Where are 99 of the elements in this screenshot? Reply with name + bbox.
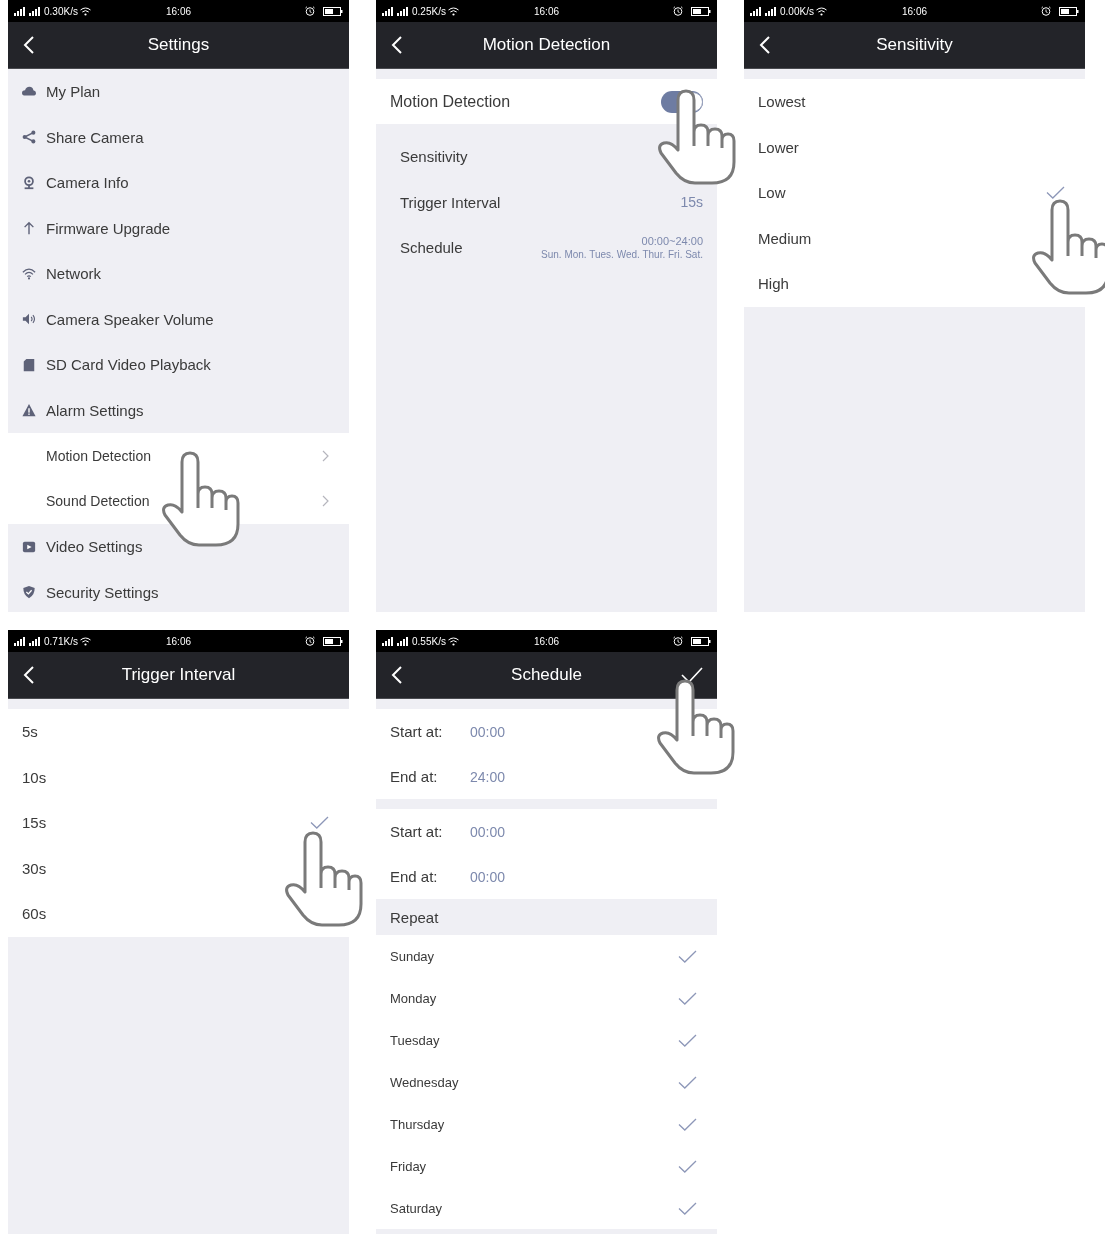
status-time: 16:06 [166,5,191,17]
network-speed: 0.00K/s [780,5,814,17]
back-button[interactable] [22,665,36,685]
webcam-icon [22,175,36,190]
screen-title: Settings [147,35,210,55]
day-item[interactable]: Tuesday [376,1019,717,1061]
menu-item[interactable]: My Plan [8,69,349,115]
check-icon[interactable] [681,667,703,683]
battery-icon [691,636,711,646]
setting-label: Trigger Interval [400,193,501,211]
signal-icon [14,6,27,16]
hand-pointer-icon [160,450,240,548]
warning-icon [22,403,36,418]
day-item[interactable]: Friday [376,1145,717,1187]
time-value[interactable]: 00:00 [470,868,506,885]
submenu-item[interactable]: Motion Detection [8,433,349,479]
alarm-clock-icon [305,6,315,16]
setting-value: 00:00~24:00 [641,235,703,248]
signal-icon [14,636,27,646]
option-item[interactable]: 10s [8,754,349,800]
signal-icon [382,6,395,16]
option-item[interactable]: Lower [744,124,1085,170]
sd-card-icon [22,357,36,372]
time-label: End at: [390,768,439,785]
signal-icon [765,6,778,16]
switch-label: Motion Detection [390,92,511,111]
video-icon [22,539,36,554]
battery-icon [1059,6,1079,16]
signal-icon [750,6,763,16]
time-label: Start at: [390,823,444,840]
status-time: 16:06 [902,5,927,17]
menu-item[interactable]: SD Card Video Playback [8,342,349,388]
signal-icon [29,6,42,16]
chevron-right-icon [322,449,329,462]
battery-icon [323,636,343,646]
shield-icon [22,585,36,600]
option-item[interactable]: 15s [8,800,349,846]
menu-item[interactable]: Share Camera [8,114,349,160]
screen-title: Schedule [511,665,582,685]
back-button[interactable] [390,35,404,55]
menu-item[interactable]: Network [8,251,349,297]
day-item[interactable]: Saturday [376,1187,717,1229]
alarm-clock-icon [673,6,683,16]
signal-icon [29,636,42,646]
status-time: 16:06 [534,635,559,647]
status-time: 16:06 [534,5,559,17]
menu-item[interactable]: Camera Speaker Volume [8,296,349,342]
alarm-clock-icon [673,636,683,646]
setting-detail: Sun. Mon. Tues. Wed. Thur. Fri. Sat. [541,249,703,261]
menu-item[interactable]: Security Settings [8,569,349,612]
setting-value: 15s [680,194,703,211]
signal-icon [397,636,410,646]
wifi-icon [447,636,459,646]
screen-title: Trigger Interval [121,665,236,685]
status-time: 16:06 [166,635,191,647]
cloud-icon [22,84,36,99]
time-value[interactable]: 00:00 [470,823,506,840]
time-label: Start at: [390,723,444,740]
share-icon [22,130,36,145]
screen-title: Sensitivity [876,35,953,55]
alarm-clock-icon [1041,6,1051,16]
day-item[interactable]: Thursday [376,1103,717,1145]
time-label: End at: [390,868,439,885]
day-item[interactable]: Monday [376,977,717,1019]
section-header: Repeat [389,907,440,928]
network-speed: 0.71K/s [44,635,78,647]
network-speed: 0.30K/s [44,5,78,17]
network-speed: 0.25K/s [412,5,446,17]
signal-icon [382,636,395,646]
menu-item[interactable]: Camera Info [8,160,349,206]
network-speed: 0.55K/s [412,635,446,647]
up-arrow-icon [22,221,36,236]
wifi-icon [79,636,91,646]
wifi-icon [447,6,459,16]
battery-icon [323,6,343,16]
wifi-icon [79,6,91,16]
time-value[interactable]: 24:00 [470,768,506,785]
battery-icon [691,6,711,16]
wifi-icon [22,266,36,281]
menu-item[interactable]: Firmware Upgrade [8,205,349,251]
speaker-icon [22,312,36,327]
menu-item[interactable]: Alarm Settings [8,387,349,433]
time-value[interactable]: 00:00 [470,723,506,740]
chevron-right-icon [322,495,329,508]
setting-label: Schedule [400,239,463,257]
back-button[interactable] [22,35,36,55]
menu-item[interactable]: Video Settings [8,524,349,570]
option-item[interactable]: Lowest [744,79,1085,125]
alarm-clock-icon [305,636,315,646]
back-button[interactable] [758,35,772,55]
signal-icon [397,6,410,16]
option-item[interactable]: 5s [8,709,349,755]
screen-title: Motion Detection [482,35,611,55]
option-item[interactable]: Low [744,170,1085,216]
setting-label: Sensitivity [400,148,468,166]
day-item[interactable]: Sunday [376,935,717,977]
day-item[interactable]: Wednesday [376,1061,717,1103]
wifi-icon [815,6,827,16]
back-button[interactable] [390,665,404,685]
